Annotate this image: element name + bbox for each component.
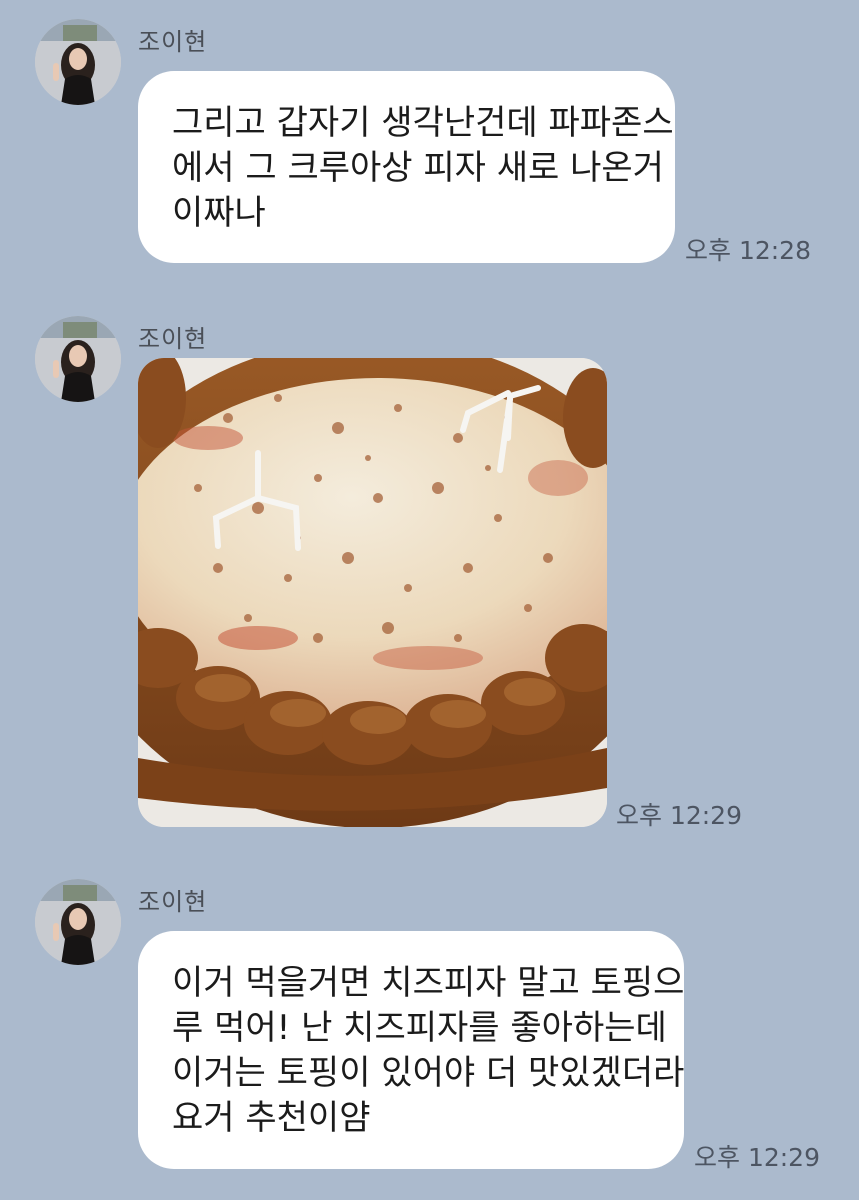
sender-name: 조이현	[138, 888, 208, 916]
message-line: 그리고 갑자기 생각난건데 파파존스	[172, 103, 674, 143]
message-line: 루 먹어! 난 치즈피자를 좋아하는데	[172, 1008, 667, 1048]
sender-name: 조이현	[138, 28, 208, 56]
message-line: 이짜나	[172, 193, 266, 233]
message-line: 이거 먹을거면 치즈피자 말고 토핑으	[172, 963, 685, 1003]
sender-avatar[interactable]	[35, 19, 121, 105]
sender-avatar[interactable]	[35, 316, 121, 402]
message-timestamp: 오후 12:29	[694, 1143, 820, 1172]
message-bubble[interactable]: 그리고 갑자기 생각난건데 파파존스 에서 그 크루아상 피자 새로 나온거 이…	[138, 71, 675, 263]
message-line: 이거는 토핑이 있어야 더 맛있겠더라	[172, 1053, 685, 1093]
sender-name: 조이현	[138, 325, 208, 353]
pizza-photo[interactable]	[138, 358, 607, 827]
message-bubble[interactable]: 이거 먹을거면 치즈피자 말고 토핑으 루 먹어! 난 치즈피자를 좋아하는데 …	[138, 931, 684, 1169]
sender-avatar[interactable]	[35, 879, 121, 965]
message-timestamp: 오후 12:29	[616, 801, 742, 830]
chat-room: 조이현 그리고 갑자기 생각난건데 파파존스 에서 그 크루아상 피자 새로 나…	[0, 0, 859, 1200]
message-line: 요거 추천이얌	[172, 1098, 371, 1138]
message-line: 에서 그 크루아상 피자 새로 나온거	[172, 148, 664, 188]
message-timestamp: 오후 12:28	[685, 236, 811, 265]
